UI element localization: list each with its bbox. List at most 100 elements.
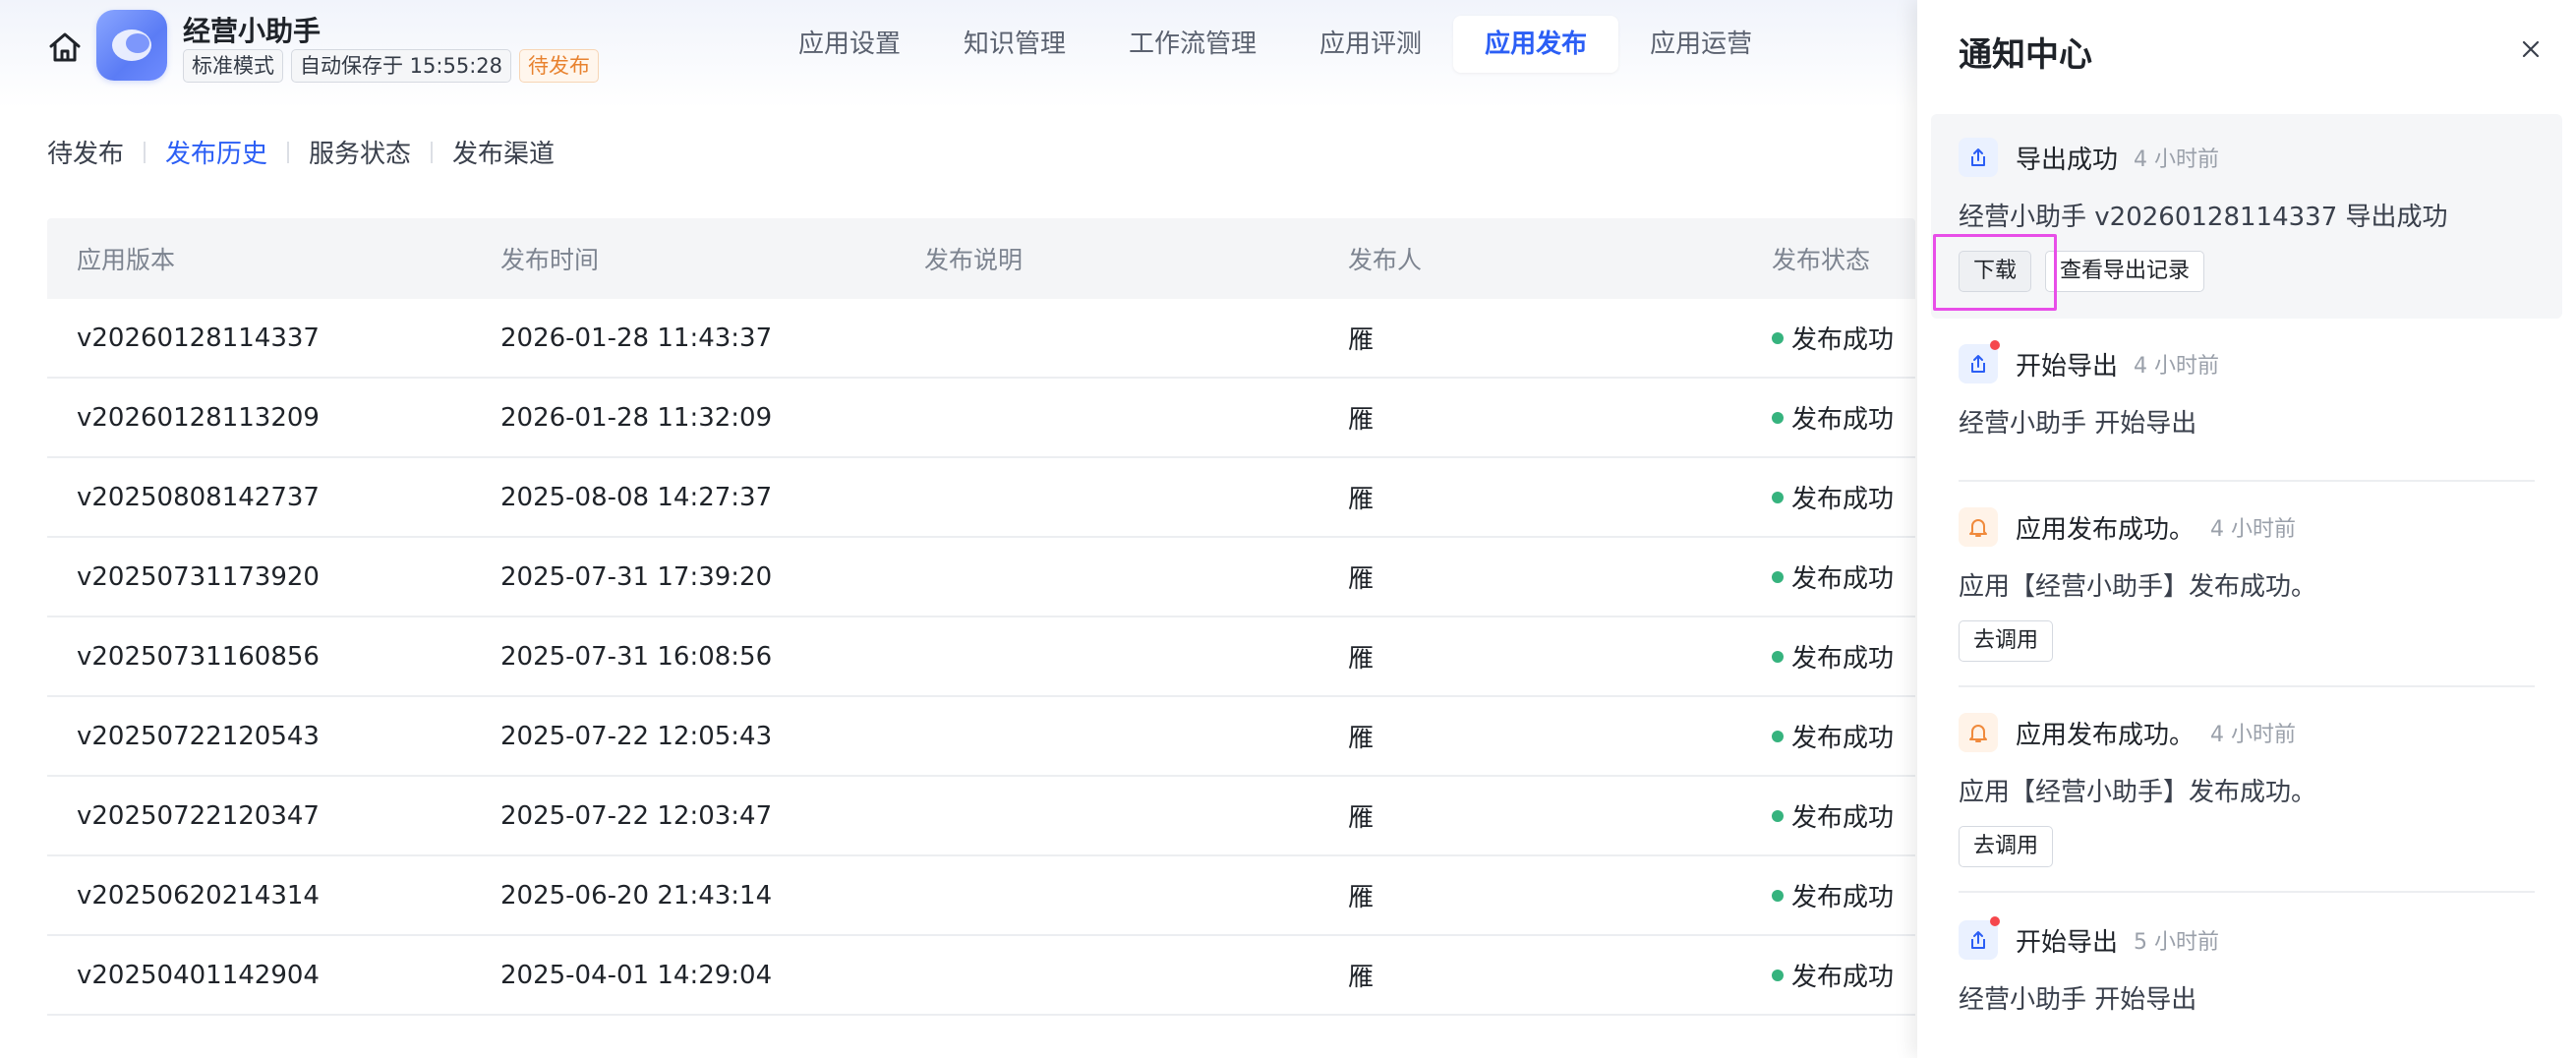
cell-status: 发布成功 xyxy=(1742,479,1915,515)
nav-publish[interactable]: 应用发布 xyxy=(1453,16,1619,73)
cell-publisher: 雁 xyxy=(1348,644,1375,674)
status-text: 发布成功 xyxy=(1791,803,1895,833)
home-icon[interactable] xyxy=(45,28,85,67)
cell-time: 2025-08-08 14:27:37 xyxy=(500,482,773,512)
table-row: v20260128113209 2026-01-28 11:32:09 雁 发布成功 xyxy=(47,379,1915,458)
download-button[interactable]: 下载 xyxy=(1959,251,2032,292)
cell-status: 发布成功 xyxy=(1742,877,1915,913)
logo-mark-icon xyxy=(112,29,151,61)
cell-version: v20250808142737 xyxy=(77,482,320,512)
success-dot xyxy=(1772,809,1784,822)
cell-publisher: 雁 xyxy=(1348,724,1375,753)
unread-dot xyxy=(1990,916,2000,926)
table-row: v20250731173920 2025-07-31 17:39:20 雁 发布成功 xyxy=(47,538,1915,617)
tab-divider xyxy=(287,141,290,163)
cell-publisher: 雁 xyxy=(1348,325,1375,355)
table-row: v20260128114337 2026-01-28 11:43:37 雁 发布成功 xyxy=(47,299,1915,379)
table-row: v20250731160856 2025-07-31 16:08:56 雁 发布成功 xyxy=(47,617,1915,697)
autosave-tag: 自动保存于 15:55:28 xyxy=(291,49,511,83)
notification-title-text: 应用发布成功。 xyxy=(2016,720,2195,750)
notification-body: 经营小助手 开始导出 xyxy=(1959,409,2197,439)
bell-icon xyxy=(1959,713,1998,752)
go-invoke-button[interactable]: 去调用 xyxy=(1959,826,2054,867)
table-row: v20250401142904 2025-04-01 14:29:04 雁 发布成功 xyxy=(47,936,1915,1016)
cell-version: v20250731173920 xyxy=(77,561,320,592)
cell-time: 2026-01-28 11:43:37 xyxy=(500,323,773,353)
col-version: 应用版本 xyxy=(77,246,176,274)
app-name: 经营小助手 xyxy=(183,15,322,47)
cell-publisher: 雁 xyxy=(1348,803,1375,833)
cell-status: 发布成功 xyxy=(1742,638,1915,675)
notification-time: 5 小时前 xyxy=(2134,930,2220,955)
notification-time: 4 小时前 xyxy=(2210,723,2297,747)
success-dot xyxy=(1772,650,1784,663)
table-row: v20250620214314 2025-06-20 21:43:14 雁 发布成功 xyxy=(47,856,1915,936)
notification-time: 4 小时前 xyxy=(2210,517,2297,542)
notification-title-text: 导出成功 xyxy=(2016,145,2119,175)
notification-body: 应用【经营小助手】发布成功。 xyxy=(1959,778,2317,807)
tab-history[interactable]: 发布历史 xyxy=(165,134,267,170)
notification-title-text: 开始导出 xyxy=(2016,351,2119,382)
notification-item: 开始导出 4 小时前 经营小助手 开始导出 xyxy=(1931,340,2562,440)
cell-status: 发布成功 xyxy=(1742,797,1915,834)
notification-item: 开始导出 5 小时前 经营小助手 开始导出 xyxy=(1931,916,2562,1016)
cell-status: 发布成功 xyxy=(1742,320,1915,356)
divider xyxy=(1959,891,2535,893)
go-invoke-button[interactable]: 去调用 xyxy=(1959,620,2054,662)
notification-body: 经营小助手 开始导出 xyxy=(1959,985,2197,1015)
status-text: 发布成功 xyxy=(1791,485,1895,514)
cell-time: 2025-07-31 16:08:56 xyxy=(500,641,773,672)
status-text: 发布成功 xyxy=(1791,325,1895,355)
nav-operation[interactable]: 应用运营 xyxy=(1618,16,1784,73)
cell-time: 2025-07-22 12:03:47 xyxy=(500,800,773,831)
unread-dot xyxy=(1990,340,2000,350)
nav-workflow[interactable]: 工作流管理 xyxy=(1097,16,1288,73)
publish-status-tag: 待发布 xyxy=(519,49,599,83)
tab-channels[interactable]: 发布渠道 xyxy=(452,134,555,170)
cell-version: v20260128114337 xyxy=(77,323,320,353)
nav-evaluation[interactable]: 应用评测 xyxy=(1288,16,1453,73)
app-logo xyxy=(96,10,167,81)
cell-version: v20250620214314 xyxy=(77,880,320,911)
tab-divider xyxy=(431,141,434,163)
nav-knowledge[interactable]: 知识管理 xyxy=(932,16,1097,73)
cell-time: 2025-07-22 12:05:43 xyxy=(500,721,773,751)
notification-panel: 通知中心 导出成功 4 小时前 经营小助手 v20260128114337 导出… xyxy=(1917,0,2576,1058)
cell-version: v20250731160856 xyxy=(77,641,320,672)
cell-version: v20250401142904 xyxy=(77,960,320,990)
notification-title: 通知中心 xyxy=(1959,35,2092,75)
col-note: 发布说明 xyxy=(924,246,1024,274)
export-icon xyxy=(1959,138,1998,177)
publish-history-table: 应用版本 发布时间 发布说明 发布人 发布状态 v20260128114337 2… xyxy=(47,218,1915,1016)
cell-status: 发布成功 xyxy=(1742,957,1915,993)
cell-status: 发布成功 xyxy=(1742,718,1915,754)
notification-body: 应用【经营小助手】发布成功。 xyxy=(1959,572,2317,602)
cell-time: 2025-04-01 14:29:04 xyxy=(500,960,773,990)
export-icon xyxy=(1959,916,2000,960)
tab-service-status[interactable]: 服务状态 xyxy=(309,134,411,170)
sub-tabs: 待发布 发布历史 服务状态 发布渠道 xyxy=(47,134,555,170)
success-dot xyxy=(1772,331,1784,344)
table-row: v20250722120543 2025-07-22 12:05:43 雁 发布成功 xyxy=(47,697,1915,777)
cell-time: 2025-06-20 21:43:14 xyxy=(500,880,773,911)
nav-app-settings[interactable]: 应用设置 xyxy=(767,16,932,73)
cell-time: 2026-01-28 11:32:09 xyxy=(500,402,773,433)
divider xyxy=(1959,480,2535,482)
status-text: 发布成功 xyxy=(1791,883,1895,912)
table-row: v20250722120347 2025-07-22 12:03:47 雁 发布成功 xyxy=(47,777,1915,856)
notification-item: 应用发布成功。 4 小时前 应用【经营小助手】发布成功。 去调用 xyxy=(1931,505,2562,662)
cell-publisher: 雁 xyxy=(1348,485,1375,514)
status-text: 发布成功 xyxy=(1791,644,1895,674)
tab-divider xyxy=(144,141,146,163)
tab-pending[interactable]: 待发布 xyxy=(47,134,124,170)
close-icon[interactable] xyxy=(2519,37,2543,61)
view-export-records-button[interactable]: 查看导出记录 xyxy=(2045,251,2205,292)
notification-item: 应用发布成功。 4 小时前 应用【经营小助手】发布成功。 去调用 xyxy=(1931,711,2562,867)
notification-time: 4 小时前 xyxy=(2134,354,2220,379)
cell-time: 2025-07-31 17:39:20 xyxy=(500,561,773,592)
divider xyxy=(1959,685,2535,687)
col-time: 发布时间 xyxy=(500,246,600,274)
notification-item: 导出成功 4 小时前 经营小助手 v20260128114337 导出成功 下载… xyxy=(1931,114,2562,319)
cell-version: v20260128113209 xyxy=(77,402,320,433)
status-text: 发布成功 xyxy=(1791,724,1895,753)
